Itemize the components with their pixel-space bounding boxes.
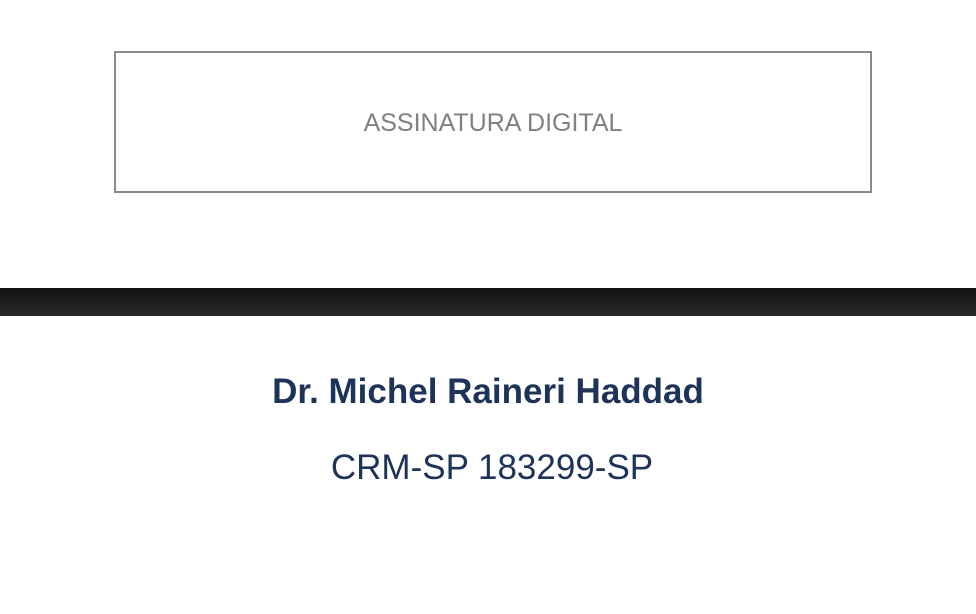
digital-signature-box: ASSINATURA DIGITAL bbox=[114, 51, 872, 193]
divider-bar bbox=[0, 288, 976, 316]
digital-signature-label: ASSINATURA DIGITAL bbox=[363, 108, 623, 137]
doctor-name: Dr. Michel Raineri Haddad bbox=[272, 372, 704, 411]
doctor-crm-number: CRM-SP 183299-SP bbox=[330, 448, 654, 487]
